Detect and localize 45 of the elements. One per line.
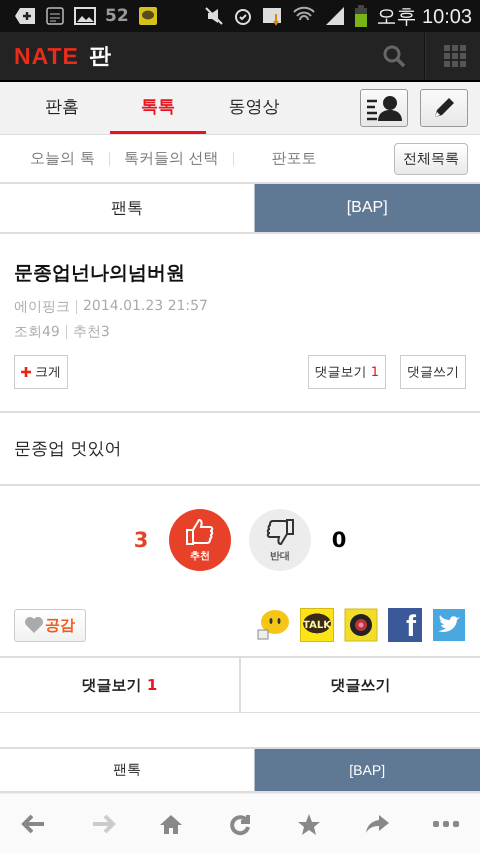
post-title: 문종업넌나의넘버원	[14, 261, 186, 286]
post-date: 2014.01.23 21:57	[83, 298, 208, 316]
emoticon-icon[interactable]	[256, 608, 290, 642]
thumbs-up-icon	[185, 518, 215, 546]
write-button[interactable]	[420, 89, 468, 127]
nav-tab[interactable]: 톡톡	[110, 82, 206, 134]
bird-share-icon[interactable]	[432, 608, 466, 642]
oppose-button[interactable]: 반대	[249, 509, 311, 571]
logo-suffix: 판	[88, 43, 111, 71]
write-comment-button[interactable]: 댓글쓰기	[400, 355, 466, 389]
grid-menu-icon[interactable]	[444, 45, 466, 67]
upvote-count: 3	[132, 528, 150, 552]
downvote-count: 0	[330, 528, 348, 552]
thumbs-down-icon	[265, 518, 295, 546]
mute-icon	[204, 6, 224, 26]
facebook-share-button[interactable]: f	[388, 608, 422, 642]
sub-nav-link[interactable]: 오늘의 톡	[20, 149, 105, 168]
board-link[interactable]: [BAP]	[254, 749, 480, 791]
heart-icon	[25, 617, 43, 633]
profile-button[interactable]	[360, 89, 408, 127]
clock-time: 오후 10:03	[376, 4, 472, 30]
nav-tab[interactable]: 판홈	[14, 82, 110, 134]
search-icon[interactable]	[382, 44, 406, 68]
talk-share-button[interactable]: TALK	[300, 608, 334, 642]
plus-icon	[21, 367, 31, 377]
recommend-button[interactable]: 추천	[169, 509, 231, 571]
sub-nav-link[interactable]: 판포토	[262, 149, 327, 168]
alarm-icon	[233, 6, 254, 26]
full-list-button[interactable]: 전체목록	[394, 142, 468, 174]
camera-share-icon[interactable]	[344, 608, 378, 642]
add-icon	[14, 7, 36, 25]
board-link[interactable]: [BAP]	[254, 184, 480, 232]
sub-nav-link[interactable]: 톡커들의 선택	[114, 149, 229, 168]
notification-count: 52	[105, 6, 129, 26]
nate-logo[interactable]: NATE	[14, 42, 79, 70]
signal-icon	[324, 6, 346, 26]
view-comments-button[interactable]: 댓글보기 1	[308, 355, 386, 389]
image-icon	[74, 7, 96, 25]
enlarge-button[interactable]: 크게	[14, 355, 68, 389]
view-count: 조회49	[14, 323, 60, 341]
profile-list-icon	[366, 95, 402, 121]
recommend-count: 추천3	[72, 323, 110, 341]
post-body: 문종업 멋있어	[0, 413, 480, 486]
battery-icon	[355, 5, 368, 27]
nav-tab[interactable]: 동영상	[206, 82, 302, 134]
